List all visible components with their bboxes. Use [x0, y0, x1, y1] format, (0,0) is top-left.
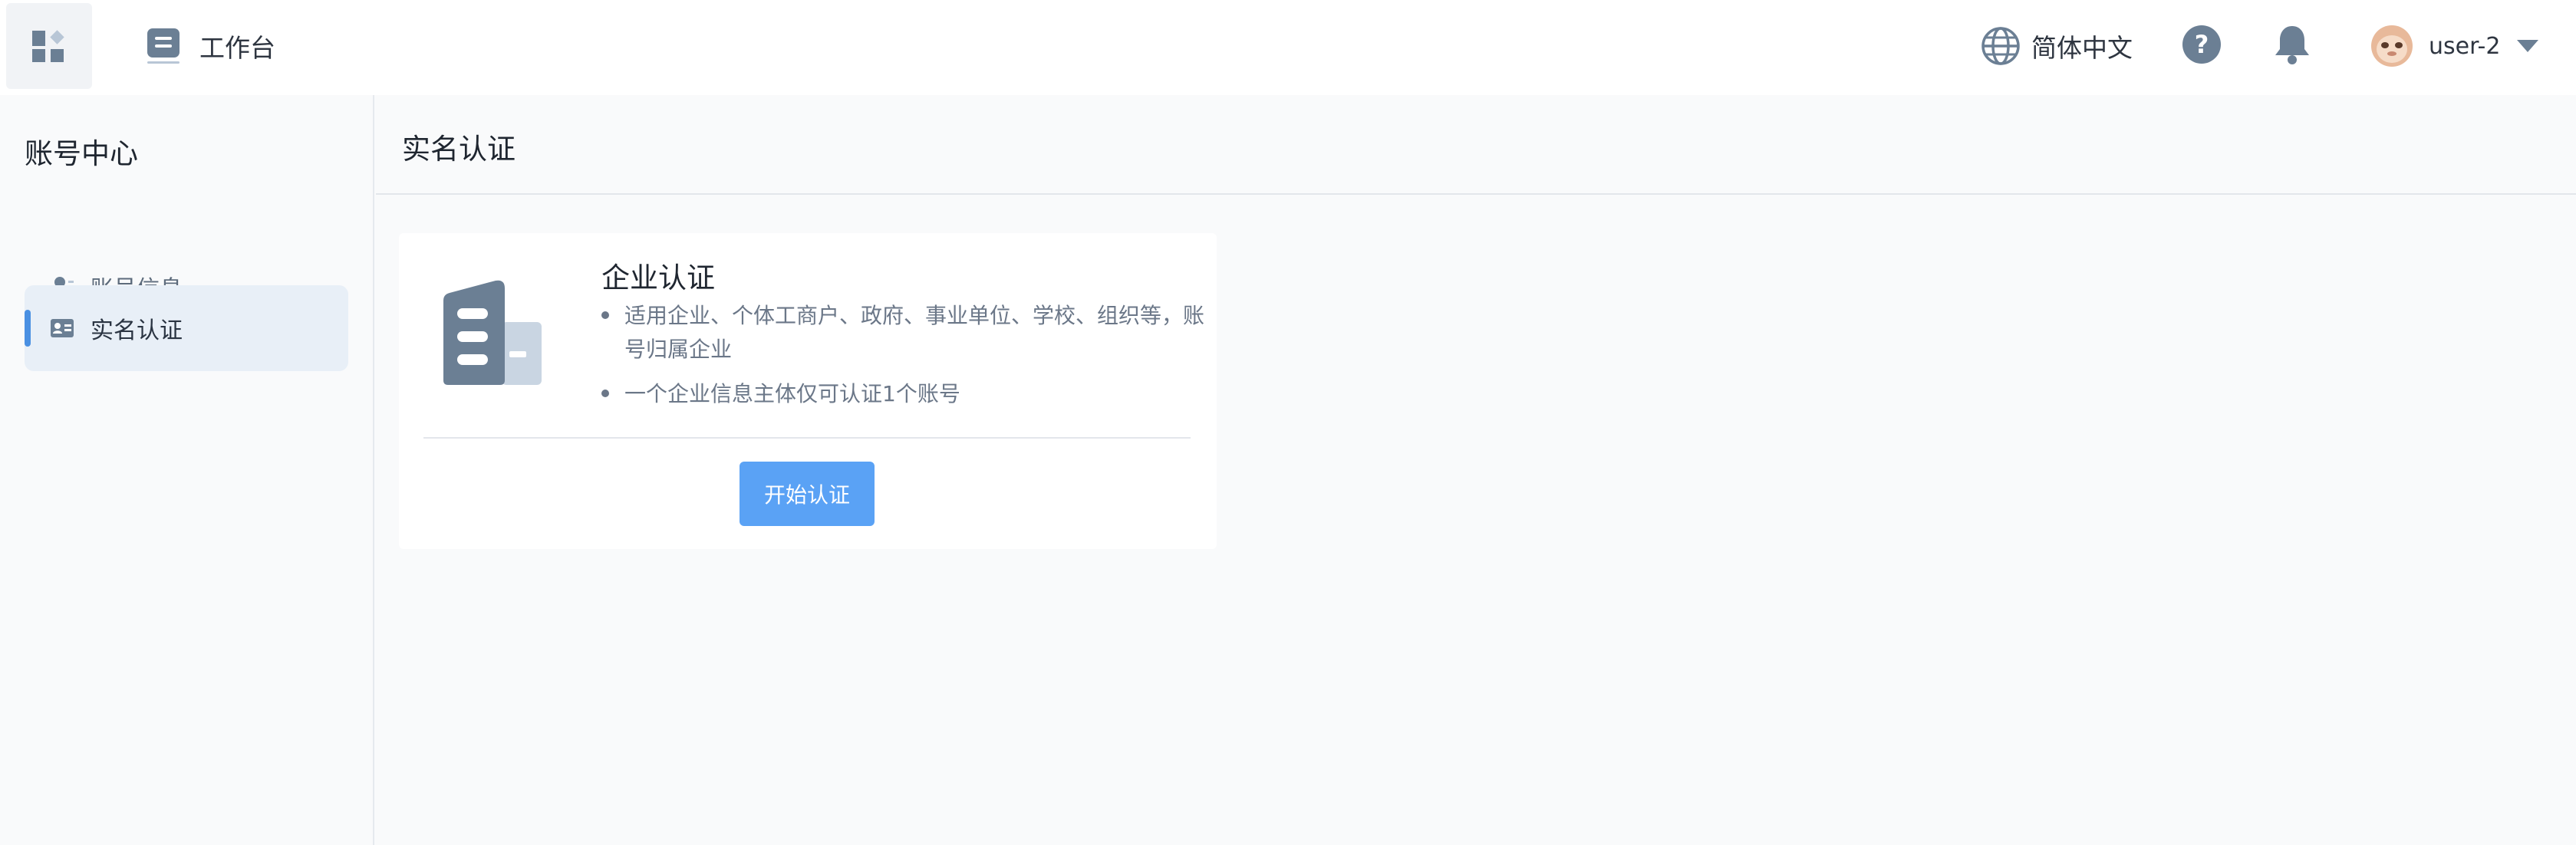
- language-label: 简体中文: [2031, 33, 2133, 63]
- sidebar-item-real-name-auth[interactable]: 实名认证: [25, 285, 348, 371]
- sidebar-item-label: 实名认证: [91, 317, 183, 344]
- top-header: 工作台 简体中文 ? user-2: [0, 0, 2576, 95]
- workbench-link[interactable]: 工作台: [146, 23, 275, 69]
- main-content: 实名认证 企业认证 适用企业、个体工商户、政府、事业单位、学校、组织等，账号归属…: [376, 95, 2576, 845]
- id-card-icon: [49, 315, 75, 341]
- caret-down-icon: [2517, 40, 2539, 52]
- workbench-label: 工作台: [199, 33, 275, 63]
- list-item: 适用企业、个体工商户、政府、事业单位、学校、组织等，账号归属企业: [601, 299, 1207, 367]
- card-title: 企业认证: [601, 261, 715, 294]
- user-name: user-2: [2429, 32, 2501, 60]
- list-item: 一个企业信息主体仅可认证1个账号: [601, 377, 1207, 411]
- apps-grid-icon: [32, 30, 64, 62]
- page-title: 实名认证: [402, 133, 516, 166]
- notifications-button[interactable]: [2271, 23, 2314, 66]
- help-icon: ?: [2182, 25, 2221, 64]
- sidebar: 账号中心 账号信息 实名认证: [0, 95, 374, 845]
- globe-icon: [1981, 27, 2020, 65]
- bell-icon: [2275, 26, 2309, 64]
- sidebar-title: 账号中心: [25, 137, 138, 170]
- avatar: [2371, 25, 2413, 67]
- start-verification-button[interactable]: 开始认证: [740, 462, 875, 526]
- app-switcher-button[interactable]: [6, 3, 92, 89]
- card-bullet-list: 适用企业、个体工商户、政府、事业单位、学校、组织等，账号归属企业 一个企业信息主…: [601, 299, 1207, 422]
- svg-text:?: ?: [2195, 30, 2209, 59]
- language-switcher[interactable]: 简体中文: [1981, 25, 2133, 67]
- help-button[interactable]: ?: [2182, 25, 2222, 64]
- workbench-icon: [147, 28, 180, 64]
- building-icon: [443, 280, 542, 385]
- user-menu[interactable]: user-2: [2370, 23, 2540, 69]
- page-header: 实名认证: [376, 95, 2576, 195]
- divider: [423, 437, 1191, 439]
- enterprise-auth-card: 企业认证 适用企业、个体工商户、政府、事业单位、学校、组织等，账号归属企业 一个…: [399, 233, 1217, 549]
